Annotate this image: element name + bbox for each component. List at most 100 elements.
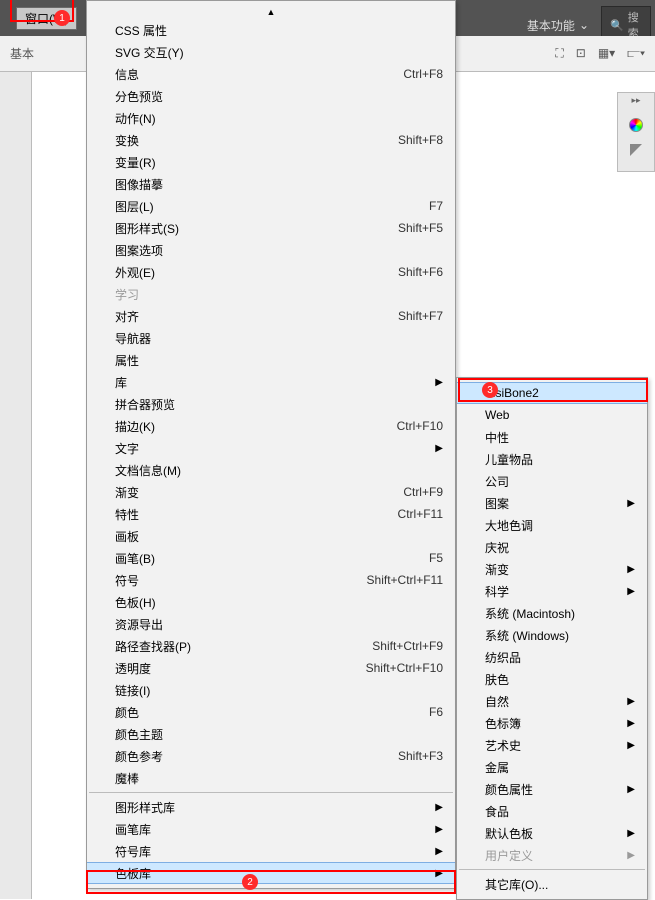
menu-item-10[interactable]: 图案选项 xyxy=(87,239,455,261)
menu-item-11[interactable]: 外观(E)Shift+F6 xyxy=(87,261,455,283)
align-icon[interactable]: ⊡ xyxy=(574,44,588,63)
menu-item-label: 画笔(B) xyxy=(115,550,429,567)
menu-item-30[interactable]: 链接(I) xyxy=(87,679,455,701)
submenu-item-13[interactable]: 肤色 xyxy=(457,668,647,690)
submenu-arrow-icon: ▶ xyxy=(627,696,635,707)
crop-icon[interactable]: ⛶ xyxy=(553,44,565,63)
submenu-item-label: 金属 xyxy=(485,759,635,776)
menu-item-7[interactable]: 图像描摹 xyxy=(87,173,455,195)
menu-item-6[interactable]: 变量(R) xyxy=(87,151,455,173)
submenu-item-15[interactable]: 色标簿▶ xyxy=(457,712,647,734)
menu-item-15[interactable]: 属性 xyxy=(87,349,455,371)
menu-item-32[interactable]: 颜色主题 xyxy=(87,723,455,745)
menu-item-0[interactable]: CSS 属性 xyxy=(87,19,455,41)
menu-shortcut: Shift+F6 xyxy=(398,265,443,279)
menu-item-17[interactable]: 拼合器预览 xyxy=(87,393,455,415)
menu-item-27[interactable]: 资源导出 xyxy=(87,613,455,635)
menu-item-4[interactable]: 动作(N) xyxy=(87,107,455,129)
menu-item-14[interactable]: 导航器 xyxy=(87,327,455,349)
menu-item-8[interactable]: 图层(L)F7 xyxy=(87,195,455,217)
submenu-item-9[interactable]: 科学▶ xyxy=(457,580,647,602)
submenu-item-8[interactable]: 渐变▶ xyxy=(457,558,647,580)
submenu-item-19[interactable]: 食品 xyxy=(457,800,647,822)
menu-item-13[interactable]: 对齐Shift+F7 xyxy=(87,305,455,327)
menu-item-1[interactable]: 画笔库▶ xyxy=(87,818,455,840)
menu-item-28[interactable]: 路径查找器(P)Shift+Ctrl+F9 xyxy=(87,635,455,657)
menu-item-29[interactable]: 透明度Shift+Ctrl+F10 xyxy=(87,657,455,679)
submenu-item-3[interactable]: 儿童物品 xyxy=(457,448,647,470)
menu-item-21[interactable]: 渐变Ctrl+F9 xyxy=(87,481,455,503)
menu-item-20[interactable]: 文档信息(M) xyxy=(87,459,455,481)
submenu-item-1[interactable]: Web xyxy=(457,404,647,426)
menu-item-1[interactable]: SVG 交互(Y) xyxy=(87,41,455,63)
menu-item-label: 描边(K) xyxy=(115,418,397,435)
menu-item-3[interactable]: 分色预览 xyxy=(87,85,455,107)
menu-shortcut: Shift+Ctrl+F9 xyxy=(372,639,443,653)
menu-item-label: 信息 xyxy=(115,66,403,83)
submenu-item-20[interactable]: 默认色板▶ xyxy=(457,822,647,844)
workspace-switcher[interactable]: 基本功能 ⌄ xyxy=(521,15,595,36)
menu-item-label: 渐变 xyxy=(115,484,403,501)
submenu-item-18[interactable]: 颜色属性▶ xyxy=(457,778,647,800)
left-panel-stub xyxy=(0,72,32,899)
menu-scroll-up-icon[interactable]: ▲ xyxy=(87,5,455,19)
menu-item-26[interactable]: 色板(H) xyxy=(87,591,455,613)
submenu-item-16[interactable]: 艺术史▶ xyxy=(457,734,647,756)
submenu-item-other-library[interactable]: 其它库(O)... xyxy=(457,873,647,895)
menu-item-5[interactable]: 变换Shift+F8 xyxy=(87,129,455,151)
submenu-item-17[interactable]: 金属 xyxy=(457,756,647,778)
right-dock: ▸▸ xyxy=(617,92,655,172)
menu-item-18[interactable]: 描边(K)Ctrl+F10 xyxy=(87,415,455,437)
submenu-item-label: 中性 xyxy=(485,429,635,446)
submenu-item-5[interactable]: 图案▶ xyxy=(457,492,647,514)
menu-item-24[interactable]: 画笔(B)F5 xyxy=(87,547,455,569)
submenu-item-4[interactable]: 公司 xyxy=(457,470,647,492)
menu-item-25[interactable]: 符号Shift+Ctrl+F11 xyxy=(87,569,455,591)
swatch-icon[interactable] xyxy=(630,144,642,156)
menu-item-label: 外观(E) xyxy=(115,264,398,281)
menu-shortcut: Shift+F8 xyxy=(398,133,443,147)
submenu-item-10[interactable]: 系统 (Macintosh) xyxy=(457,602,647,624)
menu-item-label: 颜色 xyxy=(115,704,429,721)
menu-item-22[interactable]: 特性Ctrl+F11 xyxy=(87,503,455,525)
menu-shortcut: Shift+F3 xyxy=(398,749,443,763)
menu-item-label: 图形样式(S) xyxy=(115,220,398,237)
submenu-item-7[interactable]: 庆祝 xyxy=(457,536,647,558)
menu-item-9[interactable]: 图形样式(S)Shift+F5 xyxy=(87,217,455,239)
menu-item-label: SVG 交互(Y) xyxy=(115,44,443,61)
menu-item-label: 对齐 xyxy=(115,308,398,325)
arrange-icon[interactable]: ⫍▾ xyxy=(625,44,647,63)
annotation-badge-3: 3 xyxy=(482,382,498,398)
chevron-down-icon: ⌄ xyxy=(579,18,589,32)
menu-item-12: 学习 xyxy=(87,283,455,305)
menu-item-33[interactable]: 颜色参考Shift+F3 xyxy=(87,745,455,767)
menu-item-0[interactable]: 图形样式库▶ xyxy=(87,796,455,818)
submenu-item-11[interactable]: 系统 (Windows) xyxy=(457,624,647,646)
menu-item-34[interactable]: 魔棒 xyxy=(87,767,455,789)
submenu-item-14[interactable]: 自然▶ xyxy=(457,690,647,712)
menu-item-19[interactable]: 文字▶ xyxy=(87,437,455,459)
menu-shortcut: Shift+F7 xyxy=(398,309,443,323)
submenu-arrow-icon: ▶ xyxy=(435,824,443,835)
submenu-item-6[interactable]: 大地色调 xyxy=(457,514,647,536)
submenu-arrow-icon: ▶ xyxy=(627,784,635,795)
menu-item-label: 变换 xyxy=(115,132,398,149)
menu-shortcut: F5 xyxy=(429,551,443,565)
menu-item-label: 属性 xyxy=(115,352,443,369)
submenu-item-label: 系统 (Macintosh) xyxy=(485,605,635,622)
submenu-item-2[interactable]: 中性 xyxy=(457,426,647,448)
submenu-arrow-icon: ▶ xyxy=(627,498,635,509)
menu-item-2[interactable]: 符号库▶ xyxy=(87,840,455,862)
menu-shortcut: Shift+Ctrl+F10 xyxy=(366,661,443,675)
menu-item-16[interactable]: 库▶ xyxy=(87,371,455,393)
tool-icon-group: ⛶ ⊡ ▦▾ ⫍▾ xyxy=(553,44,647,63)
menu-item-2[interactable]: 信息Ctrl+F8 xyxy=(87,63,455,85)
color-palette-icon[interactable] xyxy=(629,118,643,132)
submenu-item-12[interactable]: 纺织品 xyxy=(457,646,647,668)
menu-item-23[interactable]: 画板 xyxy=(87,525,455,547)
collapse-icon[interactable]: ▸▸ xyxy=(631,95,640,106)
menu-item-31[interactable]: 颜色F6 xyxy=(87,701,455,723)
submenu-item-label: 渐变 xyxy=(485,561,635,578)
submenu-arrow-icon: ▶ xyxy=(435,846,443,857)
transform-icon[interactable]: ▦▾ xyxy=(596,44,617,63)
